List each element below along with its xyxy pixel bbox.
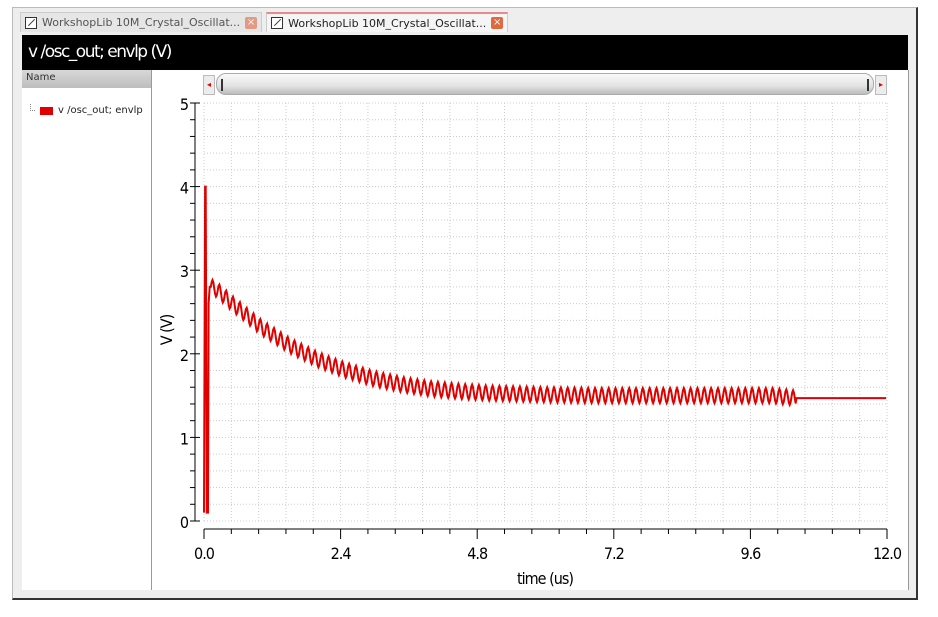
y-tick-label: 5: [180, 95, 188, 114]
series-line: [203, 185, 887, 514]
y-tick-label: 4: [180, 179, 189, 198]
x-axis-label: time (us): [517, 569, 573, 588]
x-tick-label: 9.6: [740, 544, 761, 563]
x-tick-label: 7.2: [604, 544, 624, 563]
y-tick-label: 1: [180, 429, 188, 448]
y-tick-label: 0: [180, 513, 189, 532]
x-tick-label: 12.0: [873, 544, 902, 563]
y-axis-label: V (V): [157, 314, 176, 345]
y-tick-label: 2: [180, 346, 188, 365]
waveform-chart[interactable]: V (V) time (us) 0.0 2.4 4.8 7.2 9.6 12.0 0 1 2 3 4…: [0, 0, 938, 617]
x-tick-label: 0.0: [194, 544, 215, 563]
x-tick-label: 2.4: [331, 544, 352, 563]
y-tick-label: 3: [180, 262, 189, 281]
x-tick-label: 4.8: [467, 544, 488, 563]
